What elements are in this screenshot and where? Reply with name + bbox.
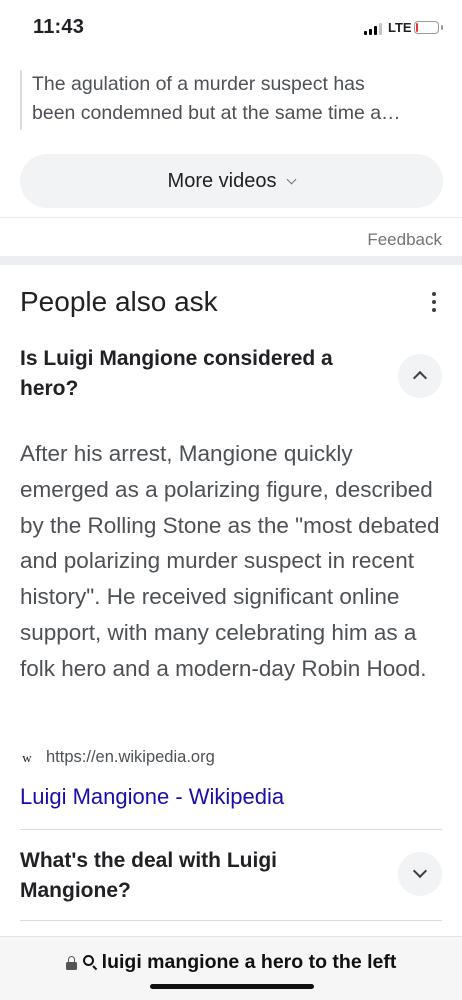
people-also-ask-title: People also ask <box>20 286 218 317</box>
divider <box>20 829 442 830</box>
source-url: https://en.wikipedia.org <box>46 748 215 766</box>
chevron-up-icon <box>412 370 428 386</box>
address-bar[interactable]: luigi mangione a hero to the left <box>0 936 462 1000</box>
answer-text: After his arrest, Mangione quickly emerg… <box>20 441 440 681</box>
signal-strength-icon <box>364 23 384 35</box>
video-description[interactable]: The agulation of a murder suspect has be… <box>20 70 444 130</box>
chevron-down-icon <box>412 863 428 879</box>
more-videos-label: More videos <box>167 169 277 192</box>
lock-icon <box>65 955 77 970</box>
battery-level <box>416 23 418 32</box>
divider <box>0 217 462 218</box>
collapse-button[interactable] <box>398 354 442 398</box>
status-time: 11:43 <box>33 16 85 38</box>
address-bar-query: luigi mangione a hero to the left <box>101 951 397 973</box>
more-videos-button[interactable]: More videos <box>20 154 443 208</box>
video-description-line: The agulation of a murder suspect has <box>32 73 365 95</box>
search-icon <box>82 955 98 971</box>
home-indicator[interactable] <box>150 984 314 989</box>
question-heading[interactable]: What's the deal with Luigi Mangione? <box>20 846 380 906</box>
more-options-icon[interactable] <box>431 292 437 312</box>
battery-icon <box>414 21 443 34</box>
divider <box>20 920 442 921</box>
feedback-link[interactable]: Feedback <box>367 230 442 250</box>
status-bar: 11:43 LTE <box>0 0 462 56</box>
network-type: LTE <box>388 20 412 35</box>
question-heading[interactable]: Is Luigi Mangione considered a hero? <box>20 344 380 404</box>
chevron-down-icon <box>287 174 297 184</box>
address-bar-content: luigi mangione a hero to the left <box>0 951 462 974</box>
expand-button[interactable] <box>398 852 442 896</box>
video-description-line: been condemned but at the same time a… <box>32 102 401 124</box>
source-attribution[interactable]: w https://en.wikipedia.org <box>20 748 215 767</box>
source-title-link[interactable]: Luigi Mangione - Wikipedia <box>20 784 284 810</box>
section-separator <box>0 256 462 265</box>
wikipedia-icon: w <box>22 749 32 765</box>
